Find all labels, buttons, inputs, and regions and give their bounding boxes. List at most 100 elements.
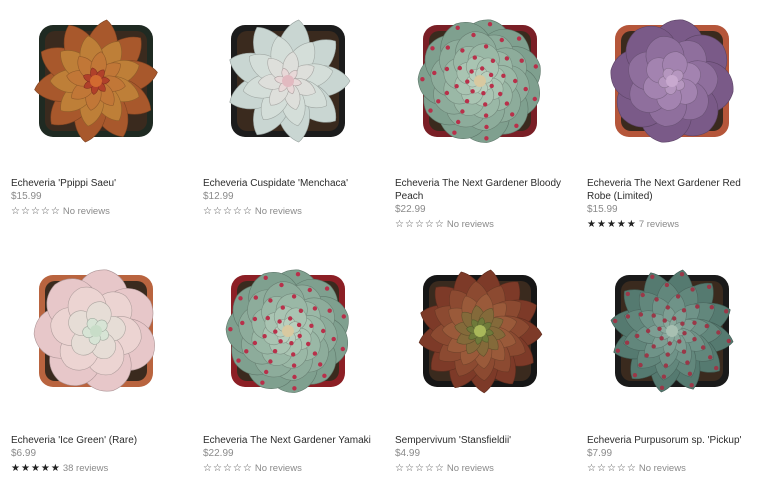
leaf-tip-shape xyxy=(252,316,258,322)
star-empty-icon: ☆ xyxy=(222,462,232,474)
star-filled-icon: ★ xyxy=(40,462,50,474)
leaf-tip-shape xyxy=(704,323,709,329)
rosette-center xyxy=(282,325,294,337)
leaf-tip-shape xyxy=(681,308,687,313)
star-rating: ★ ★ ★ ★ ★ xyxy=(11,462,60,474)
leaf-tip-shape xyxy=(680,321,685,326)
leaf-tip-shape xyxy=(645,328,651,334)
product-price: $4.99 xyxy=(395,448,421,459)
product-card[interactable]: Echeveria 'Ice Green' (Rare) $6.99 ★ ★ ★ ★ ★ 38… xyxy=(3,0,183,484)
leaf-tip-shape xyxy=(263,275,268,280)
leaf-tip-shape xyxy=(253,295,258,300)
rosette-center xyxy=(474,325,486,337)
leaf-tip-shape xyxy=(659,336,664,341)
star-filled-icon: ★ xyxy=(50,462,60,474)
leaf-tip-shape xyxy=(638,312,644,317)
leaf-tip-shape xyxy=(638,362,643,368)
leaf-tip-shape xyxy=(685,360,690,365)
leaf-tip-shape xyxy=(272,349,278,354)
leaf-tip-shape xyxy=(280,305,285,310)
leaf-tip-shape xyxy=(706,284,712,289)
leaf-tip-shape xyxy=(324,286,330,291)
star-filled-icon: ★ xyxy=(20,462,30,474)
leaf-tip-shape xyxy=(312,351,318,356)
product-image[interactable] xyxy=(607,265,737,395)
leaf-tip-shape xyxy=(716,330,721,335)
leaf-tip-shape xyxy=(690,287,695,292)
review-count[interactable]: 38 reviews xyxy=(63,463,108,474)
leaf-tip-shape xyxy=(635,333,640,339)
product-image[interactable] xyxy=(223,265,353,395)
product-rating: ☆ ☆ ☆ ☆ ☆ No reviews xyxy=(587,463,686,474)
leaf-tip-shape xyxy=(659,385,665,390)
leaf-tip-shape xyxy=(331,336,336,342)
review-count[interactable]: No reviews xyxy=(255,463,302,474)
star-empty-icon: ☆ xyxy=(203,462,212,474)
product-title[interactable]: Echeveria The Next Gardener Yamaki xyxy=(203,434,373,447)
leaf-tip-shape xyxy=(664,282,670,288)
star-empty-icon: ☆ xyxy=(596,462,606,474)
star-filled-icon: ★ xyxy=(30,462,40,474)
leaf-tip-shape xyxy=(278,339,283,344)
leaf-tip-shape xyxy=(306,341,311,347)
product-title[interactable]: Sempervivum 'Stansfieldii' xyxy=(395,434,565,447)
leaf-tip-shape xyxy=(692,320,697,325)
leaf-tip-shape xyxy=(295,272,301,277)
leaf-tip-shape xyxy=(663,363,669,368)
leaf-tip-shape xyxy=(312,306,318,311)
leaf-tip-shape xyxy=(321,328,326,334)
leaf-tip-shape xyxy=(700,345,706,350)
product-rating: ☆ ☆ ☆ ☆ ☆ No reviews xyxy=(203,463,302,474)
product-image[interactable] xyxy=(415,265,545,395)
product-price: $6.99 xyxy=(11,448,37,459)
star-empty-icon: ☆ xyxy=(587,462,596,474)
product-card[interactable]: Echeveria The Next Gardener Yamaki $22.99… xyxy=(195,0,375,484)
leaf-tip-shape xyxy=(613,318,618,324)
product-price: $22.99 xyxy=(203,448,234,459)
leaf-tip-shape xyxy=(252,340,258,346)
leaf-tip-shape xyxy=(262,334,267,339)
leaf-tip-shape xyxy=(624,340,630,345)
leaf-tip-shape xyxy=(279,282,284,288)
review-count[interactable]: No reviews xyxy=(639,463,686,474)
leaf-tip-shape xyxy=(654,297,659,302)
leaf-tip-shape xyxy=(307,287,312,293)
leaf-tip-shape xyxy=(667,341,672,346)
leaf-tip-shape xyxy=(681,349,687,354)
leaf-tip-shape xyxy=(640,292,645,298)
product-title[interactable]: Echeveria 'Ice Green' (Rare) xyxy=(11,434,181,447)
star-empty-icon: ☆ xyxy=(626,462,636,474)
leaf-tip-shape xyxy=(679,272,685,277)
leaf-tip-shape xyxy=(661,374,667,379)
product-title[interactable]: Echeveria Purpusorum sp. 'Pickup' xyxy=(587,434,757,447)
leaf-tip-shape xyxy=(662,318,667,323)
leaf-tip-shape xyxy=(265,315,270,321)
leaf-tip-shape xyxy=(708,355,713,360)
leaf-tip-shape xyxy=(709,305,714,310)
leaf-tip-shape xyxy=(689,383,694,388)
leaf-tip-shape xyxy=(692,337,697,342)
star-rating: ☆ ☆ ☆ ☆ ☆ xyxy=(395,463,444,474)
rosette-center xyxy=(90,325,102,337)
leaf-tip-shape xyxy=(665,352,670,357)
leaf-tip-shape xyxy=(724,309,729,314)
leaf-tip-shape xyxy=(268,359,273,364)
leaf-tip-shape xyxy=(291,352,296,357)
product-card[interactable]: Sempervivum 'Stansfieldii' $4.99 ☆ ☆ ☆ ☆ ☆ No r… xyxy=(387,0,567,484)
product-card[interactable]: Echeveria Purpusorum sp. 'Pickup' $7.99 ☆ ☆… xyxy=(579,0,759,484)
leaf-tip-shape xyxy=(327,308,332,313)
leaf-tip-shape xyxy=(644,353,649,358)
leaf-tip-shape xyxy=(632,373,638,378)
leaf-tip-shape xyxy=(318,362,323,367)
leaf-tip-shape xyxy=(291,363,297,368)
leaf-tip-shape xyxy=(650,274,655,279)
leaf-tip-shape xyxy=(260,380,265,385)
product-image[interactable] xyxy=(31,265,161,395)
leaf-tip-shape xyxy=(291,294,297,299)
review-count[interactable]: No reviews xyxy=(447,463,494,474)
leaf-tip-shape xyxy=(726,338,731,344)
leaf-tip-shape xyxy=(682,331,687,336)
product-rating: ☆ ☆ ☆ ☆ ☆ No reviews xyxy=(395,463,494,474)
star-empty-icon: ☆ xyxy=(616,462,626,474)
leaf-tip-shape xyxy=(322,373,327,378)
